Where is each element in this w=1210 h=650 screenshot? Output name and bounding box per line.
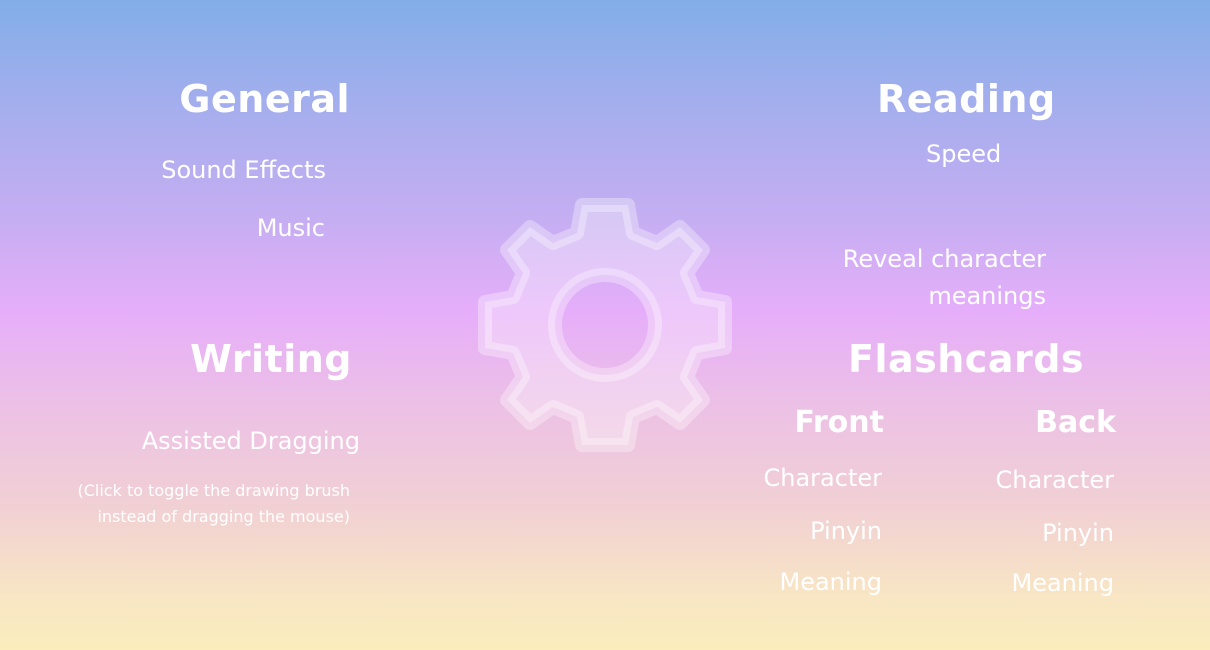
reveal-meanings-option[interactable]: Reveal character meanings xyxy=(843,241,1046,315)
flashcards-front-label: Front xyxy=(794,405,884,440)
assisted-dragging-option[interactable]: Assisted Dragging xyxy=(142,429,360,453)
reading-heading: Reading xyxy=(877,77,1056,121)
music-option[interactable]: Music xyxy=(257,216,325,240)
back-pinyin-option[interactable]: Pinyin xyxy=(1042,521,1114,545)
front-meaning-option[interactable]: Meaning xyxy=(779,570,882,594)
flashcards-heading: Flashcards xyxy=(848,337,1085,381)
sound-effects-option[interactable]: Sound Effects xyxy=(161,158,326,182)
front-pinyin-option[interactable]: Pinyin xyxy=(810,519,882,543)
gear-icon xyxy=(478,198,732,452)
front-character-option[interactable]: Character xyxy=(764,466,883,490)
writing-heading: Writing xyxy=(190,337,352,381)
reveal-meanings-line1: Reveal character xyxy=(842,245,1046,273)
back-character-option[interactable]: Character xyxy=(996,468,1115,492)
back-meaning-option[interactable]: Meaning xyxy=(1011,571,1114,595)
reveal-meanings-line2: meanings xyxy=(928,282,1046,310)
assisted-dragging-note: (Click to toggle the drawing brush inste… xyxy=(77,481,351,526)
speed-option[interactable]: Speed xyxy=(926,142,1001,166)
general-heading: General xyxy=(179,77,350,121)
flashcards-back-label: Back xyxy=(1035,405,1116,440)
